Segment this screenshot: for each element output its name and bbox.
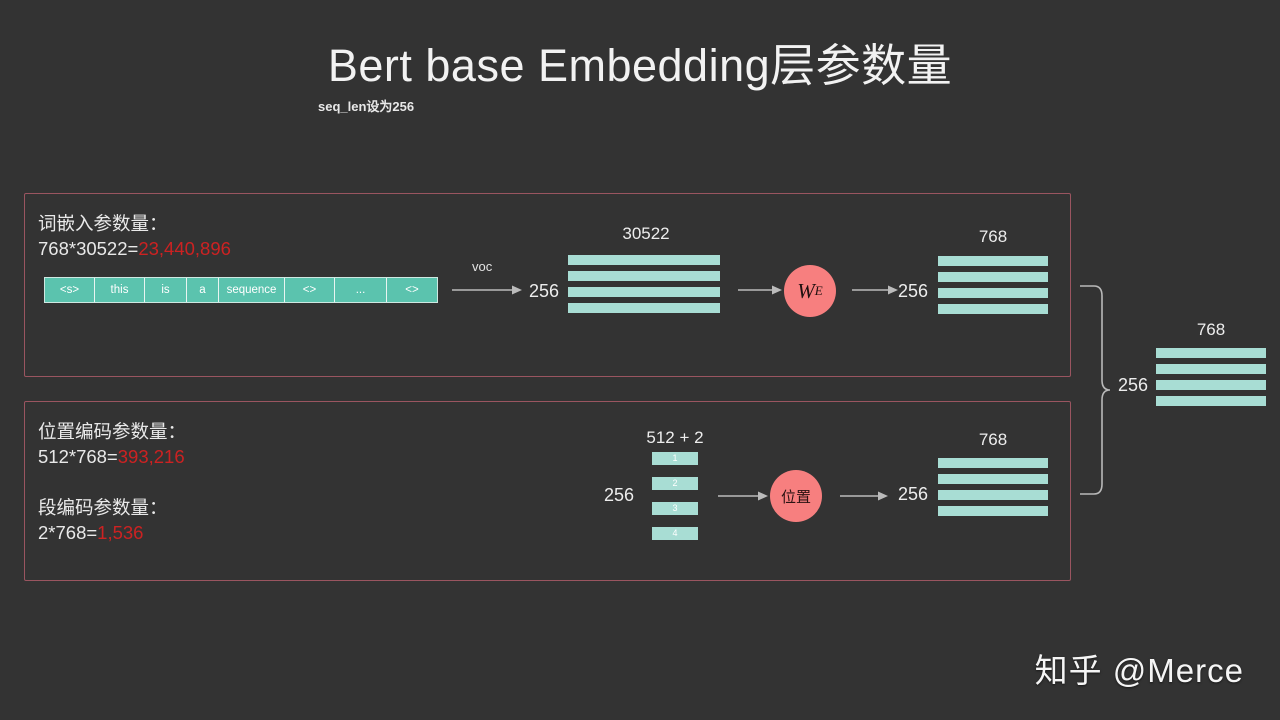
matrix-bar [1156, 364, 1266, 374]
word-matrix-in-label: 30522 [622, 224, 670, 243]
we-matrix-circle: WE [784, 265, 836, 317]
merge-brace-icon [1080, 285, 1111, 495]
token-chip: this [95, 278, 145, 302]
segment-formula-value: 1,536 [97, 522, 144, 543]
numbered-bar: 2 [652, 477, 698, 490]
position-encoding-formula: 512*768=393,216 [38, 444, 185, 470]
word-embedding-formula-prefix: 768*30522= [38, 238, 139, 259]
matrix-bar [938, 304, 1048, 314]
token-sequence: <s> this is a sequence <> ... <> [44, 277, 438, 303]
position-matrix-in-bars: 1 2 3 4 [652, 452, 698, 540]
slide-canvas: Bert base Embedding层参数量 seq_len设为256 词嵌入… [0, 0, 1280, 720]
word-embedding-heading: 词嵌入参数量： [38, 213, 168, 234]
we-label-sub: E [814, 283, 823, 298]
word-output-dim-label: 256 [898, 281, 929, 301]
numbered-bar: 1 [652, 452, 698, 465]
page-title: Bert base Embedding层参数量 [327, 40, 953, 91]
position-encoding-heading: 位置编码参数量： [38, 421, 187, 442]
voc-arrow-label: voc [472, 259, 493, 274]
matrix-bar [1156, 396, 1266, 406]
position-matrix-out-label: 768 [978, 430, 1008, 449]
numbered-bar: 3 [652, 502, 698, 515]
word-matrix-in-bars [568, 255, 720, 313]
position-arrow-to-op-icon [718, 491, 768, 501]
matrix-bar [568, 255, 720, 265]
matrix-bar [938, 506, 1048, 516]
combined-matrix-bars [1156, 348, 1266, 406]
matrix-bar [1156, 348, 1266, 358]
matrix-bar [568, 271, 720, 281]
token-chip: <> [405, 284, 419, 296]
segment-formula-prefix: 2*768= [38, 522, 98, 543]
position-matrix-circle: 位置 [770, 470, 822, 522]
watermark: 知乎 @Merce [1034, 652, 1244, 689]
numbered-bar: 4 [652, 527, 698, 540]
position-matrix-out-bars [938, 458, 1048, 516]
we-label: W [797, 278, 815, 303]
word-arrow-from-we-icon [852, 285, 898, 295]
position-input-dim-label: 256 [604, 485, 635, 505]
token-chip: ... [335, 278, 387, 302]
matrix-bar [938, 272, 1048, 282]
word-embedding-formula-value: 23,440,896 [138, 238, 231, 259]
combined-matrix-label: 768 [1196, 320, 1226, 339]
token-chip: sequence [219, 278, 285, 302]
combined-dim-label: 256 [1118, 375, 1149, 395]
position-arrow-from-op-icon [840, 491, 888, 501]
page-subtitle: seq_len设为256 [318, 99, 415, 114]
token-chip: <> [285, 278, 335, 302]
matrix-bar [938, 256, 1048, 266]
word-matrix-out-label: 768 [978, 227, 1008, 246]
word-input-dim-label: 256 [529, 281, 560, 301]
segment-encoding-formula: 2*768=1,536 [38, 520, 143, 546]
position-output-dim-label: 256 [898, 484, 929, 504]
matrix-bar [938, 474, 1048, 484]
position-matrix-in-label: 512 + 2 [646, 428, 704, 447]
matrix-bar [568, 287, 720, 297]
segment-encoding-heading: 段编码参数量： [38, 497, 168, 518]
matrix-bar [938, 490, 1048, 500]
word-matrix-out-bars [938, 256, 1048, 314]
token-chip: a [187, 278, 219, 302]
position-formula-prefix: 512*768= [38, 446, 118, 467]
matrix-bar [938, 458, 1048, 468]
matrix-bar [1156, 380, 1266, 390]
matrix-bar [938, 288, 1048, 298]
word-embedding-formula: 768*30522=23,440,896 [38, 236, 231, 262]
position-formula-value: 393,216 [117, 446, 185, 467]
token-chip: is [145, 278, 187, 302]
token-chip: <s> [45, 278, 95, 302]
matrix-bar [568, 303, 720, 313]
word-arrow-to-we-icon [738, 285, 782, 295]
voc-arrow-icon [452, 285, 522, 295]
